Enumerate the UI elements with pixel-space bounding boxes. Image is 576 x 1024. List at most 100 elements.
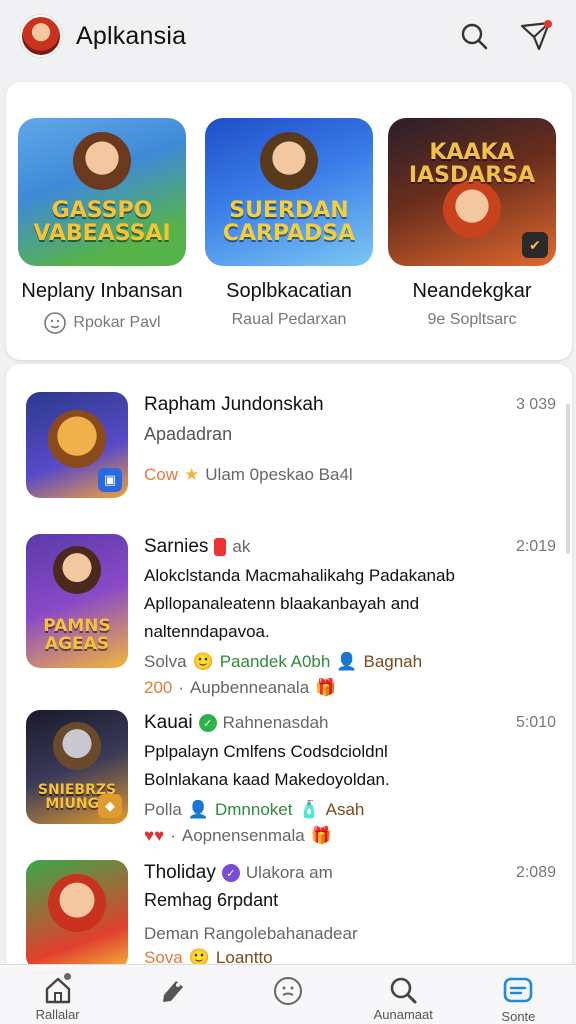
meta-tag: Sova [144, 948, 183, 964]
person-icon: 👤 [336, 652, 358, 671]
list-title: Kauai [144, 712, 193, 733]
pencil-tag-icon [162, 981, 183, 1002]
person-icon: 👤 [187, 800, 209, 819]
list-item[interactable]: PAMNS AGEAS Sarnies ak Alokclstanda Macma… [26, 534, 556, 697]
featured-name: Neplany Inbansan [21, 280, 183, 302]
verified-icon: ✓ [221, 864, 240, 882]
list-thumbnail: SNIEBRZS MIUNGE ◆ [26, 710, 128, 824]
list-item[interactable]: SNIEBRZS MIUNGE ◆ Kauai ✓ Rahnenasdah Ppl… [26, 710, 556, 845]
meta-count: 200 [144, 678, 173, 697]
list-desc-line: Bolnlakana kaad Makedoyoldan. [144, 770, 390, 789]
featured-card: GASSPO VABEASSAI Neplany Inbansan Rpokar … [6, 82, 572, 360]
featured-thumbnail: KAAKA IASDARSA ✔ [388, 118, 556, 266]
search-button[interactable] [454, 16, 494, 56]
nav-home[interactable]: Rallalar [0, 965, 115, 1024]
list-meta: 200 · Aupbenneanala 🎁 [144, 678, 337, 697]
smiley-icon: 🙂 [192, 652, 214, 671]
list-title-row: Sarnies ak [144, 536, 484, 558]
meta-text: Deman Rangolebahanadear [144, 924, 358, 943]
featured-sub: 9e Sopltsarc [427, 311, 517, 328]
list-title-row: Kauai ✓ Rahnenasdah [144, 712, 484, 734]
featured-name: Soplbkacatian [226, 280, 352, 302]
send-button[interactable] [516, 16, 556, 56]
featured-item[interactable]: SUERDAN CARPADSA Soplbkacatian Raual Peda… [199, 118, 379, 329]
app-header: Aplkansia [0, 0, 576, 72]
phone-icon [214, 538, 227, 556]
list-meta: Sova 🙂 Loantto [144, 948, 484, 964]
list-thumbnail [26, 860, 128, 964]
scrollbar[interactable] [566, 404, 570, 554]
nav-label: Aunamaat [373, 1007, 433, 1022]
nav-search[interactable]: Aunamaat [346, 965, 461, 1024]
list-meta: Deman Rangolebahanadear [144, 924, 484, 944]
meta-text: Dmnnoket [214, 800, 293, 819]
meta-tag: Cow [144, 465, 179, 484]
list-subtitle: Remhag 6rpdant [144, 890, 279, 910]
list-time: 3 039 [515, 396, 556, 413]
featured-sub-row: 9e Sopltsarc [382, 311, 562, 329]
hearts-icon: ♥♥ [144, 826, 165, 845]
nav-label: Rallalar [35, 1007, 80, 1022]
featured-sub: Rpokar Pavl [73, 314, 161, 331]
list-title-row: Rapham Jundonskah [144, 394, 484, 416]
list-time: 2:019 [515, 538, 556, 555]
list-desc-line: Pplpalayn Cmlfens Codsdcioldnl [144, 742, 388, 761]
list-title: Rapham Jundonskah [144, 394, 324, 415]
smiley-icon [44, 312, 67, 334]
nav-tag[interactable] [115, 965, 230, 1024]
list-meta: Solva 🙂 Paandek A0bh 👤 Bagnah [144, 652, 484, 672]
list-title-extra: ak [232, 537, 251, 556]
search-icon [461, 23, 488, 50]
notification-dot [544, 20, 552, 28]
meta-text: Bagnah [363, 652, 423, 671]
featured-name: Neandekgkar [412, 280, 532, 302]
meta-text: Ulam 0peskao Ba4l [205, 465, 353, 484]
gift-icon: 🎁 [315, 678, 337, 697]
app-title: Aplkansia [76, 21, 187, 50]
list-item[interactable]: Tholiday ✓ Ulakora am Remhag 6rpdant Dem… [26, 860, 556, 964]
meta-text: Loantto [215, 948, 273, 964]
meta-text: Aupbenneanala [190, 678, 310, 697]
avatar[interactable] [20, 15, 62, 57]
trophy-icon: ✔ [522, 232, 548, 258]
list-title: Tholiday [144, 862, 216, 883]
list-subtitle: Apadadran [144, 424, 233, 444]
bottom-nav: Rallalar Aunamaat Sonte [0, 964, 576, 1024]
nav-messages[interactable]: Sonte [461, 965, 576, 1024]
featured-thumbnail: GASSPO VABEASSAI [18, 118, 186, 266]
list-desc-line: Alokclstanda Macmahalikahg Padakanab [144, 566, 455, 585]
featured-sub-row: Raual Pedarxan [199, 311, 379, 329]
hammer-icon: ◆ [98, 794, 122, 818]
message-icon [504, 977, 533, 1003]
featured-thumb-text: KAAKA IASDARSA [408, 139, 536, 188]
meta-tag: Polla [144, 800, 182, 819]
bag-icon: ▣ [98, 468, 122, 492]
app-list: ▣ Rapham Jundonskah Apadadran Cow ★ Ulam… [6, 364, 572, 964]
list-title-extra: Ulakora am [245, 863, 333, 882]
star-icon: ★ [184, 465, 200, 484]
smiley-icon: 🙂 [188, 948, 210, 964]
featured-item[interactable]: GASSPO VABEASSAI Neplany Inbansan Rpokar … [12, 118, 192, 335]
list-thumbnail: ▣ [26, 392, 128, 498]
featured-thumb-text: SUERDAN CARPADSA [222, 197, 356, 246]
list-time: 2:089 [515, 864, 556, 881]
gift-icon: 🎁 [310, 826, 332, 845]
list-desc-line: Apllopanaleatenn blaakanbayah and [144, 594, 420, 613]
featured-sub: Raual Pedarxan [231, 311, 347, 328]
smiley-icon [274, 977, 302, 1005]
featured-item[interactable]: KAAKA IASDARSA ✔ Neandekgkar 9e Sopltsarc [382, 118, 562, 329]
list-meta: Polla 👤 Dmnnoket 🧴 Asah [144, 800, 484, 820]
meta-text: Asah [325, 800, 365, 819]
verified-icon: ✓ [198, 714, 217, 732]
meta-tag: Solva [144, 652, 187, 671]
nav-smiley[interactable] [230, 965, 345, 1024]
featured-sub-row: Rpokar Pavl [12, 311, 192, 335]
list-item[interactable]: ▣ Rapham Jundonskah Apadadran Cow ★ Ulam… [26, 392, 556, 502]
search-icon [390, 977, 417, 1004]
list-time: 5:010 [515, 714, 556, 731]
meta-text: Paandek A0bh [219, 652, 331, 671]
list-desc-line: naltenndapavoa. [144, 622, 270, 641]
list-title-row: Tholiday ✓ Ulakora am [144, 862, 484, 884]
list-thumbnail: PAMNS AGEAS [26, 534, 128, 668]
featured-thumb-text: GASSPO VABEASSAI [33, 197, 171, 246]
